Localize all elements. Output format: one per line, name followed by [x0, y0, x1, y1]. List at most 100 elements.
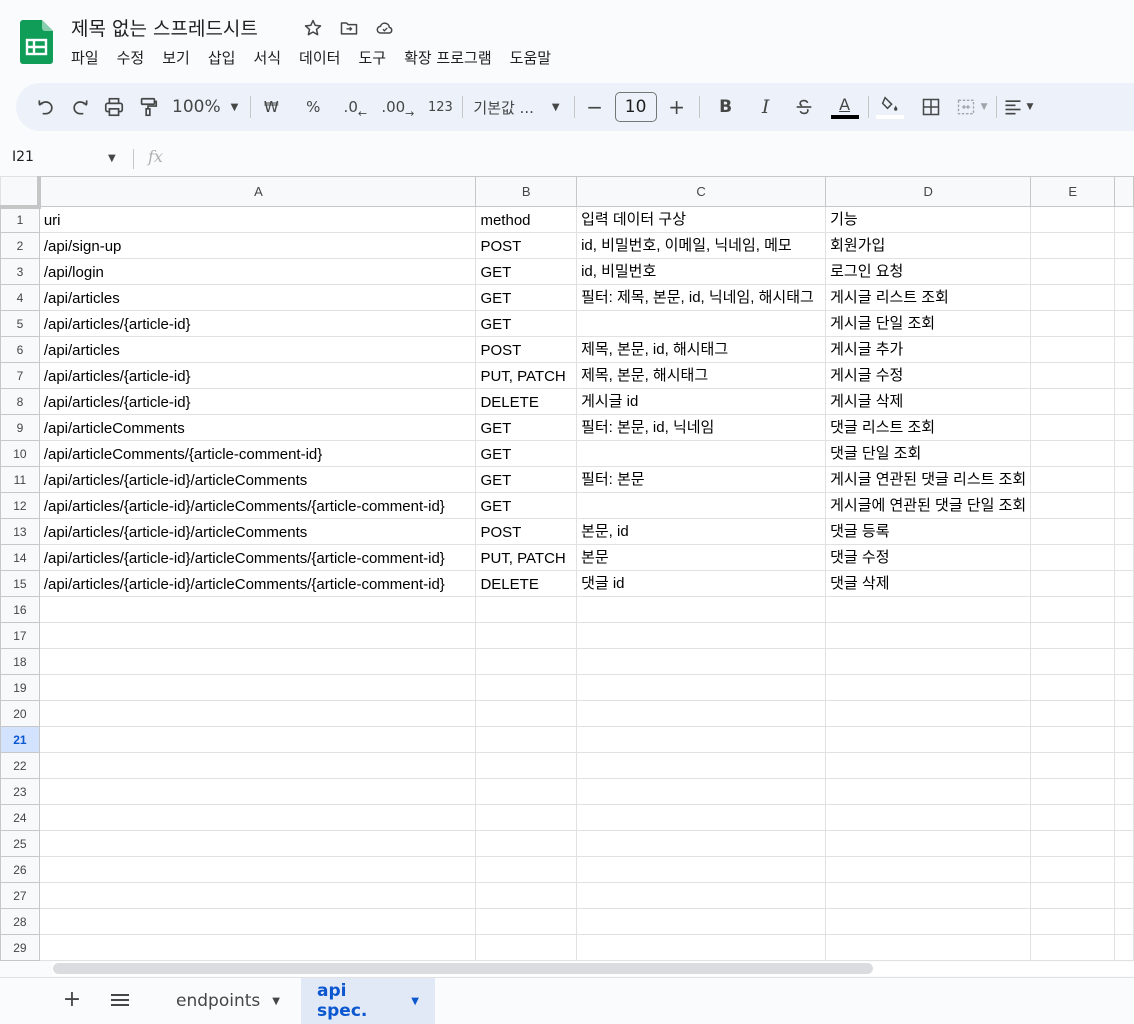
- cell[interactable]: [1030, 492, 1116, 519]
- cell[interactable]: [576, 882, 827, 909]
- row-header[interactable]: 1: [0, 206, 40, 233]
- cell[interactable]: /api/articles/{article-id}/articleCommen…: [38, 492, 477, 519]
- row-header[interactable]: 29: [0, 934, 40, 961]
- cell[interactable]: [1030, 414, 1116, 441]
- cell[interactable]: [1114, 726, 1134, 753]
- undo-icon[interactable]: [32, 91, 60, 123]
- cell[interactable]: 댓글 id: [576, 570, 827, 597]
- cell[interactable]: 게시글 삭제: [825, 388, 1032, 415]
- cell[interactable]: [1114, 544, 1134, 571]
- cell[interactable]: uri: [38, 206, 477, 233]
- cell[interactable]: GET: [475, 310, 578, 337]
- column-header-f[interactable]: [1114, 176, 1134, 207]
- cell[interactable]: [1030, 804, 1116, 831]
- menu-file[interactable]: 파일: [62, 45, 108, 71]
- cell[interactable]: [576, 674, 827, 701]
- cell[interactable]: [1114, 622, 1134, 649]
- cell[interactable]: [1114, 934, 1134, 961]
- cell[interactable]: 게시글에 연관된 댓글 단일 조회: [825, 492, 1032, 519]
- cell[interactable]: [1114, 596, 1134, 623]
- cell[interactable]: [1114, 310, 1134, 337]
- cell[interactable]: [1030, 778, 1116, 805]
- cell[interactable]: [1030, 856, 1116, 883]
- cell[interactable]: [576, 934, 827, 961]
- cell[interactable]: 본문: [576, 544, 827, 571]
- cell[interactable]: [576, 596, 827, 623]
- row-header[interactable]: 22: [0, 752, 40, 779]
- cell[interactable]: [38, 726, 477, 753]
- column-header-b[interactable]: B: [475, 176, 578, 207]
- redo-icon[interactable]: [66, 91, 94, 123]
- cell[interactable]: [1030, 518, 1116, 545]
- cell[interactable]: [38, 856, 477, 883]
- cell[interactable]: id, 비밀번호: [576, 258, 827, 285]
- column-header-d[interactable]: D: [825, 176, 1032, 207]
- column-header-a[interactable]: A: [38, 176, 477, 207]
- row-header[interactable]: 19: [0, 674, 40, 701]
- cell[interactable]: /api/login: [38, 258, 477, 285]
- cell[interactable]: [1030, 440, 1116, 467]
- cell[interactable]: [1114, 414, 1134, 441]
- zoom-select[interactable]: 100% ▼: [168, 91, 242, 123]
- cell[interactable]: [475, 908, 578, 935]
- cell[interactable]: [1030, 908, 1116, 935]
- cell[interactable]: /api/sign-up: [38, 232, 477, 259]
- cell[interactable]: [1030, 648, 1116, 675]
- cell[interactable]: [475, 648, 578, 675]
- sheet-tab-api-spec[interactable]: api spec. ▼: [301, 978, 435, 1024]
- cell[interactable]: [825, 830, 1032, 857]
- cell[interactable]: [1030, 570, 1116, 597]
- cell[interactable]: [38, 596, 477, 623]
- cell[interactable]: [1114, 674, 1134, 701]
- menu-extensions[interactable]: 확장 프로그램: [395, 45, 501, 71]
- cell[interactable]: 회원가입: [825, 232, 1032, 259]
- cell[interactable]: [38, 908, 477, 935]
- column-header-c[interactable]: C: [576, 176, 827, 207]
- cell[interactable]: [576, 440, 827, 467]
- cell[interactable]: [1030, 284, 1116, 311]
- cloud-status-icon[interactable]: [374, 17, 396, 39]
- cell[interactable]: 로그인 요청: [825, 258, 1032, 285]
- cell[interactable]: [1030, 700, 1116, 727]
- print-icon[interactable]: [100, 91, 128, 123]
- row-header[interactable]: 8: [0, 388, 40, 415]
- row-header[interactable]: 15: [0, 570, 40, 597]
- cell[interactable]: [1114, 258, 1134, 285]
- row-header[interactable]: 6: [0, 336, 40, 363]
- cell[interactable]: [1030, 258, 1116, 285]
- cell[interactable]: [38, 752, 477, 779]
- cell[interactable]: [576, 700, 827, 727]
- cell[interactable]: 게시글 리스트 조회: [825, 284, 1032, 311]
- increase-decimal-button[interactable]: .00 →: [381, 91, 414, 123]
- row-header[interactable]: 10: [0, 440, 40, 467]
- cell[interactable]: [1114, 336, 1134, 363]
- cell[interactable]: [475, 622, 578, 649]
- cell[interactable]: 게시글 단일 조회: [825, 310, 1032, 337]
- bold-button[interactable]: B: [712, 91, 740, 123]
- cell[interactable]: [1030, 934, 1116, 961]
- cell[interactable]: 게시글 id: [576, 388, 827, 415]
- cell[interactable]: GET: [475, 258, 578, 285]
- menu-help[interactable]: 도움말: [501, 45, 560, 71]
- cell[interactable]: GET: [475, 466, 578, 493]
- sheet-tab-endpoints[interactable]: endpoints ▼: [160, 978, 296, 1024]
- row-header[interactable]: 17: [0, 622, 40, 649]
- cell[interactable]: 기능: [825, 206, 1032, 233]
- increase-font-size-button[interactable]: +: [663, 91, 691, 123]
- cell[interactable]: [475, 726, 578, 753]
- cell[interactable]: [825, 622, 1032, 649]
- cell[interactable]: 필터: 제목, 본문, id, 닉네임, 해시태그: [576, 284, 827, 311]
- cell[interactable]: [1114, 388, 1134, 415]
- move-folder-icon[interactable]: [338, 17, 360, 39]
- row-header[interactable]: 26: [0, 856, 40, 883]
- add-sheet-icon[interactable]: +: [60, 988, 84, 1012]
- strikethrough-icon[interactable]: [790, 91, 818, 123]
- cell[interactable]: [1114, 778, 1134, 805]
- cell[interactable]: [825, 856, 1032, 883]
- horizontal-align-icon[interactable]: ▼: [1003, 91, 1033, 123]
- cell[interactable]: [576, 856, 827, 883]
- row-header[interactable]: 5: [0, 310, 40, 337]
- cell[interactable]: [38, 674, 477, 701]
- star-icon[interactable]: [302, 17, 324, 39]
- cell[interactable]: [576, 622, 827, 649]
